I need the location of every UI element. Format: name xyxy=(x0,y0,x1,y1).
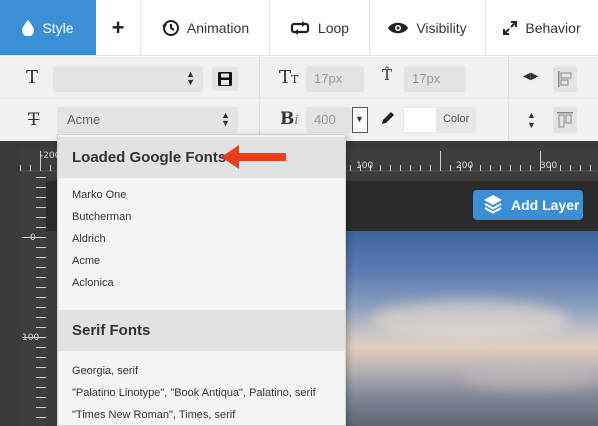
add-layer-label: Add Layer xyxy=(511,197,580,213)
select-arrows-icon: ▲ ▼ xyxy=(221,110,230,128)
align-left-icon xyxy=(558,71,572,87)
ruler-label: 200 xyxy=(456,161,474,171)
tab-bar: Style + Animation Loop Visibility Behavi… xyxy=(0,0,598,56)
layers-icon xyxy=(483,194,503,217)
font-option[interactable]: Aclonica xyxy=(72,277,114,289)
align-top-icon xyxy=(557,112,573,128)
select-arrows-icon: ▲ ▼ xyxy=(186,69,195,87)
ruler-vertical: 0 100 xyxy=(20,177,46,426)
add-layer-button[interactable]: Add Layer xyxy=(473,190,583,220)
font-family-select[interactable]: Acme ▲ ▼ xyxy=(57,107,238,133)
cloud-shape xyxy=(370,300,570,340)
font-weight-input[interactable]: 400 xyxy=(306,107,352,133)
font-option[interactable]: Marko One xyxy=(72,189,126,201)
font-option[interactable]: Georgia, serif xyxy=(72,365,138,377)
ruler-label: 100 xyxy=(22,333,40,343)
font-option[interactable]: Aldrich xyxy=(72,233,106,245)
tab-behavior-label: Behavior xyxy=(525,19,581,36)
color-picker[interactable]: Color xyxy=(403,107,476,133)
save-button[interactable] xyxy=(212,67,238,91)
text-icon: T xyxy=(26,67,39,88)
tab-loop-label: Loop xyxy=(317,19,350,36)
line-height-input[interactable]: 17px xyxy=(404,66,466,92)
tab-style[interactable]: Style xyxy=(0,0,96,55)
font-family-value: Acme xyxy=(67,112,101,127)
font-family-icon: T xyxy=(28,110,40,130)
droplet-icon xyxy=(22,19,35,36)
ruler-label: 300 xyxy=(540,161,558,171)
eye-icon xyxy=(388,22,409,34)
font-weight-dropdown[interactable]: ▼ xyxy=(352,107,368,133)
font-size-icon: TT xyxy=(279,67,299,88)
font-size-input[interactable]: 17px xyxy=(306,66,364,92)
font-option[interactable]: Butcherman xyxy=(72,211,131,223)
caret-down-icon: ▼ xyxy=(355,114,364,124)
tab-animation[interactable]: Animation xyxy=(141,0,270,55)
pencil-icon xyxy=(381,111,395,128)
tab-animation-label: Animation xyxy=(186,19,250,36)
plus-icon: + xyxy=(111,14,125,40)
expand-icon xyxy=(503,20,518,35)
cloud-shape xyxy=(460,360,598,390)
floppy-icon xyxy=(218,72,232,86)
align-left-button[interactable] xyxy=(553,66,577,92)
align-top-button[interactable] xyxy=(553,107,577,133)
line-height-icon: T̂ xyxy=(382,66,393,84)
tab-visibility-label: Visibility xyxy=(416,19,467,36)
font-option[interactable]: Acme xyxy=(72,255,100,267)
dropdown-header-google: Loaded Google Fonts xyxy=(58,137,345,178)
color-swatch xyxy=(404,108,436,132)
font-option[interactable]: "Palatino Linotype", "Book Antiqua", Pal… xyxy=(72,387,316,399)
color-label: Color xyxy=(443,113,470,125)
font-preset-select[interactable]: ▲ ▼ xyxy=(53,66,203,92)
tab-add[interactable]: + xyxy=(96,0,141,55)
history-icon xyxy=(161,19,179,37)
font-dropdown: Loaded Google Fonts Marko One Butcherman… xyxy=(57,134,346,426)
tab-behavior[interactable]: Behavior xyxy=(486,0,598,55)
vertical-spacing-icon[interactable]: ▲ ▼ xyxy=(527,110,536,130)
dropdown-header-serif: Serif Fonts xyxy=(58,310,345,351)
font-weight-icon: Bi xyxy=(280,109,299,129)
tab-visibility[interactable]: Visibility xyxy=(370,0,486,55)
ruler-label: 100 xyxy=(356,161,374,171)
tab-style-label: Style xyxy=(42,19,74,36)
ruler-label: 0 xyxy=(30,233,36,243)
letter-spacing-icon[interactable]: ◀▶ xyxy=(523,71,538,82)
font-option[interactable]: "Times New Roman", Times, serif xyxy=(72,409,235,421)
toolbar-row-1: T ▲ ▼ TT 17px T̂ 17px ◀▶ xyxy=(0,57,598,99)
annotation-arrow-icon xyxy=(221,145,286,169)
loop-icon xyxy=(290,20,310,35)
tab-loop[interactable]: Loop xyxy=(270,0,370,55)
